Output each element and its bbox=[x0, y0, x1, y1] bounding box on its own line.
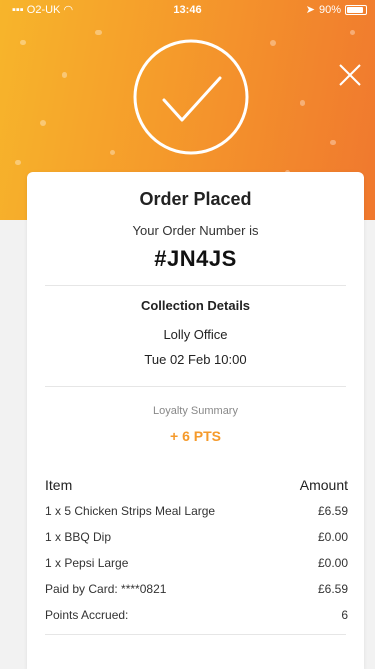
check-circle-icon bbox=[132, 38, 250, 156]
close-button[interactable] bbox=[335, 60, 365, 90]
divider bbox=[45, 634, 346, 635]
table-row: Paid by Card: ****0821 £6.59 bbox=[45, 576, 348, 602]
row-amount: £0.00 bbox=[317, 530, 348, 544]
collection-datetime: Tue 02 Feb 10:00 bbox=[144, 352, 247, 367]
loyalty-title: Loyalty Summary bbox=[153, 405, 238, 417]
row-item: Paid by Card: ****0821 bbox=[45, 582, 167, 596]
collection-place: Lolly Office bbox=[163, 327, 228, 342]
location-icon: ➤ bbox=[305, 4, 315, 16]
row-item: 1 x BBQ Dip bbox=[45, 530, 112, 544]
row-amount: £6.59 bbox=[317, 504, 348, 518]
battery-fill bbox=[347, 7, 363, 13]
row-item: Points Accrued: bbox=[45, 608, 129, 622]
header-amount: Amount bbox=[299, 477, 348, 493]
row-item: 1 x 5 Chicken Strips Meal Large bbox=[45, 504, 216, 518]
divider bbox=[45, 285, 346, 286]
close-icon bbox=[339, 64, 361, 86]
row-amount: £6.59 bbox=[317, 582, 348, 596]
row-amount: 6 bbox=[341, 608, 348, 622]
divider bbox=[45, 386, 346, 387]
status-bar: ▪▪▪ O2-UK ◠ 13:46 ➤ 90% bbox=[0, 0, 375, 20]
table-row: 1 x Pepsi Large £0.00 bbox=[45, 550, 348, 576]
order-title: Order Placed bbox=[139, 189, 252, 209]
order-card: Order Placed Your Order Number is #JN4JS… bbox=[27, 172, 364, 669]
collection-title: Collection Details bbox=[140, 298, 251, 313]
battery-percent: 90% bbox=[318, 4, 341, 16]
order-number: #JN4JS bbox=[154, 246, 237, 271]
battery-icon bbox=[345, 5, 367, 15]
row-item: 1 x Pepsi Large bbox=[45, 556, 129, 570]
header-item: Item bbox=[45, 477, 73, 493]
table-row: 1 x 5 Chicken Strips Meal Large £6.59 bbox=[45, 498, 348, 524]
loyalty-points: + 6 PTS bbox=[170, 428, 221, 444]
table-row: 1 x BBQ Dip £0.00 bbox=[45, 524, 348, 550]
table-header: Item Amount bbox=[45, 472, 348, 498]
order-items-table: Item Amount 1 x 5 Chicken Strips Meal La… bbox=[45, 472, 348, 628]
order-number-label: Your Order Number is bbox=[132, 223, 259, 238]
status-right: ➤ 90% bbox=[306, 0, 367, 20]
table-row: Points Accrued: 6 bbox=[45, 602, 348, 628]
row-amount: £0.00 bbox=[317, 556, 348, 570]
